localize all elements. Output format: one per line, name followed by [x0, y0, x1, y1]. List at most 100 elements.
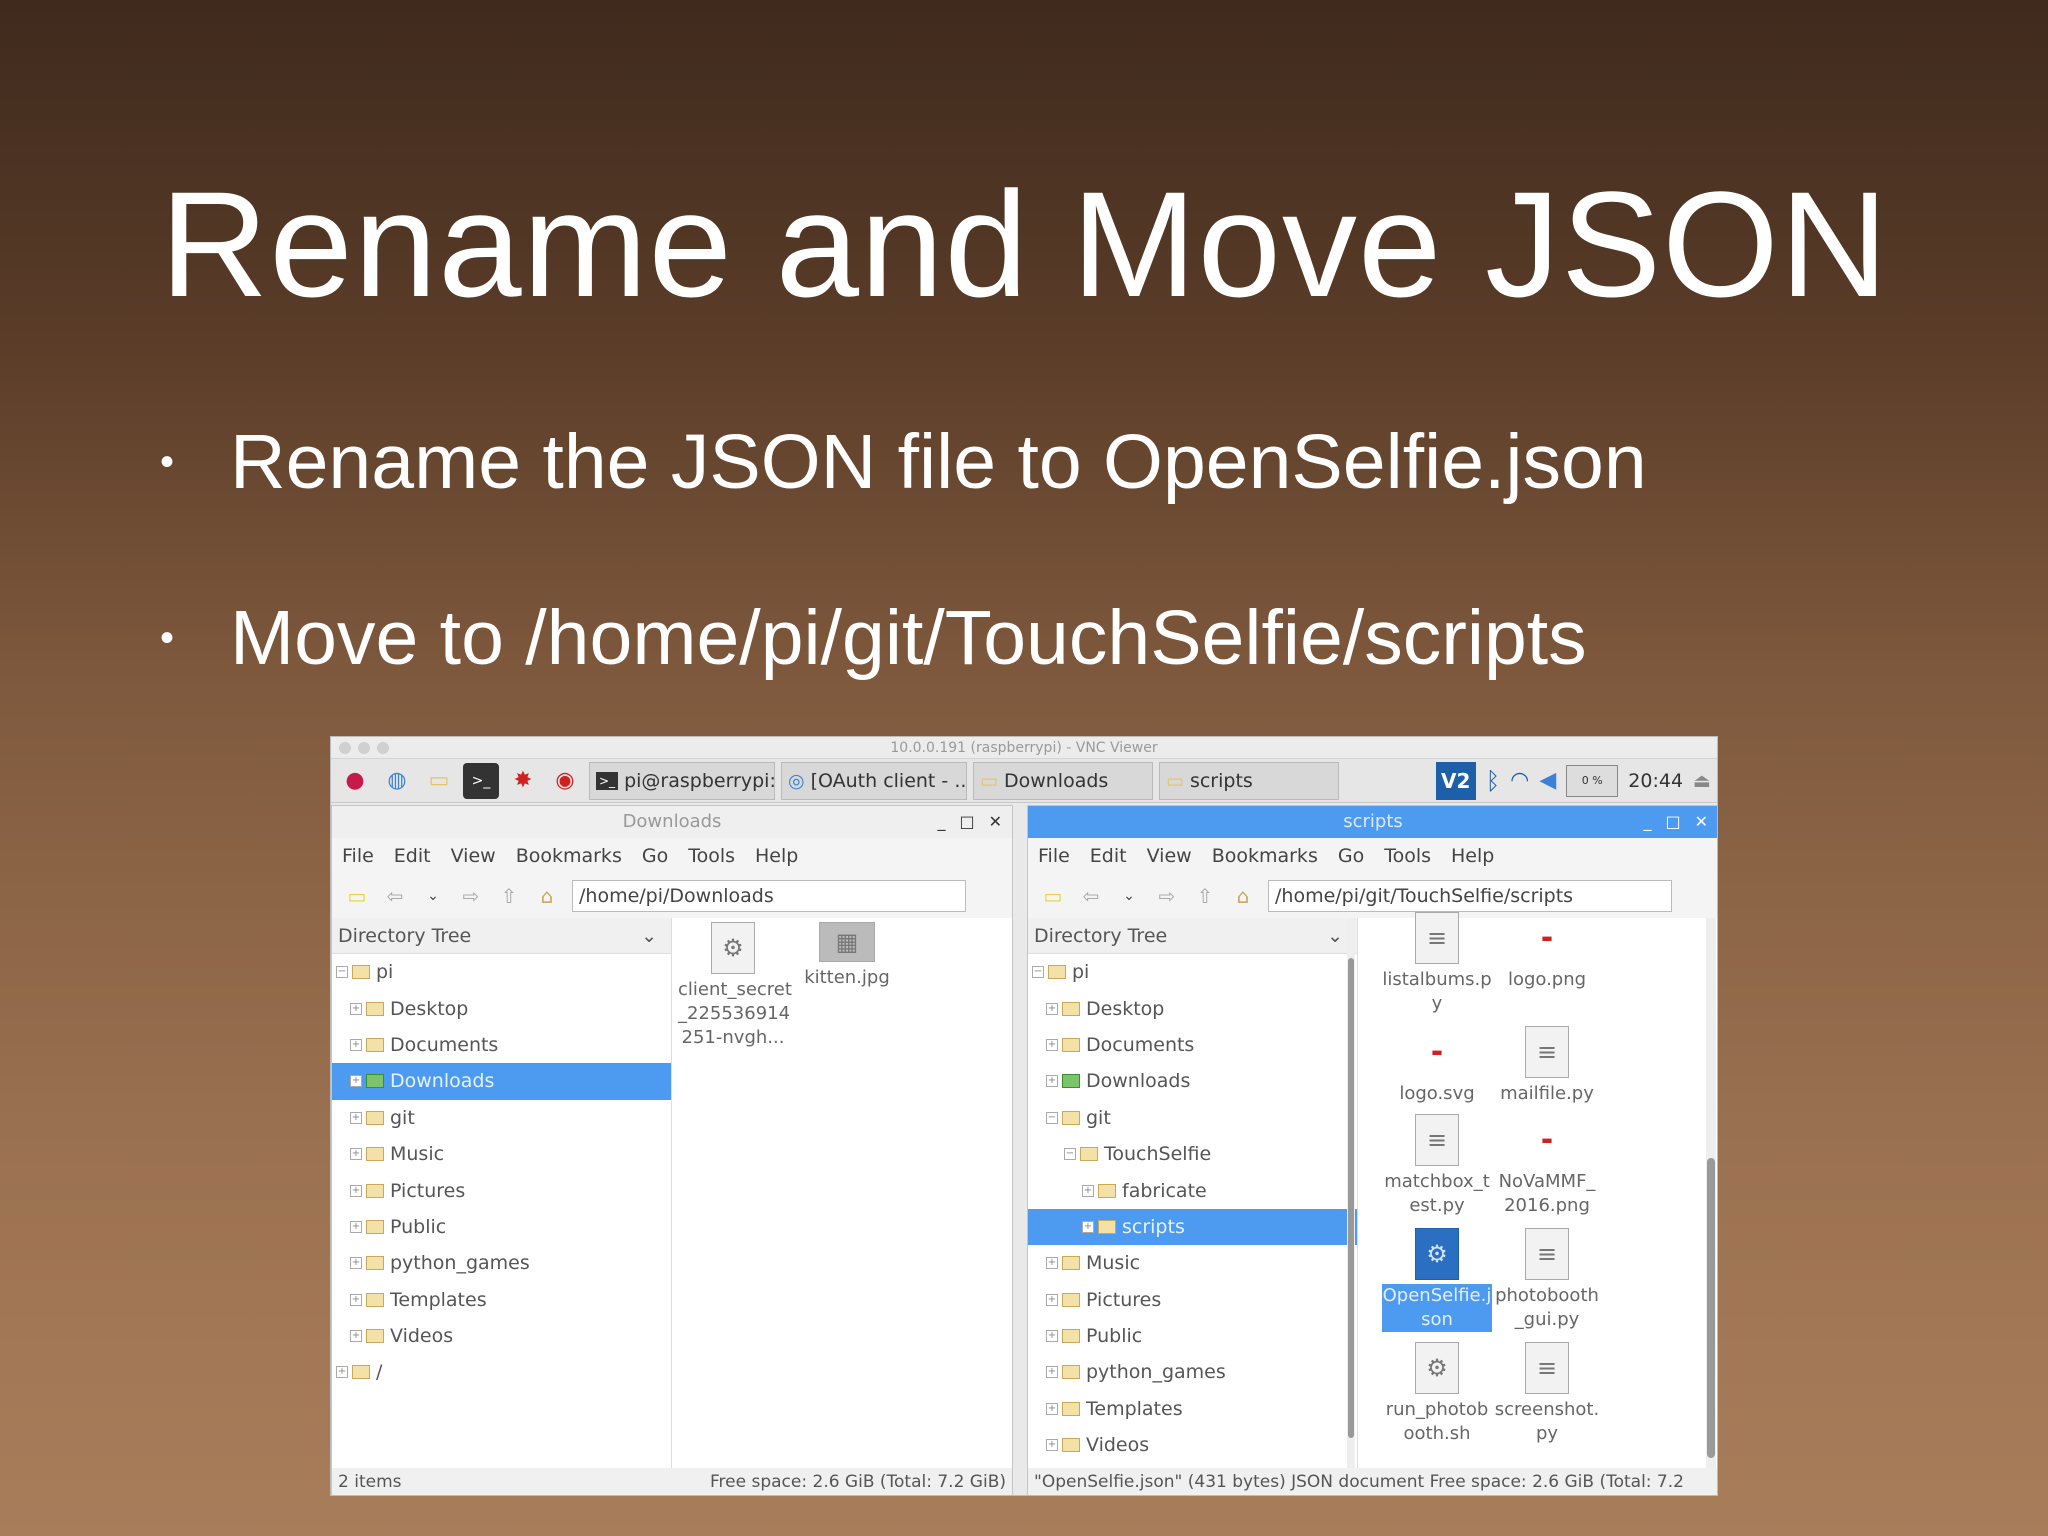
file-manager-icon[interactable]: ▭	[421, 763, 457, 799]
tree-scrollbar[interactable]	[1347, 918, 1355, 1468]
tree-item-pi[interactable]: − pi	[1028, 954, 1357, 990]
path-input[interactable]: /home/pi/Downloads	[572, 880, 966, 912]
tree-item-videos[interactable]: + Videos	[1028, 1427, 1357, 1463]
close-icon[interactable]: ✕	[989, 806, 1002, 838]
collapse-icon[interactable]: −	[1064, 1148, 1076, 1161]
minimize-icon[interactable]: _	[937, 806, 945, 838]
expand-icon[interactable]: +	[1046, 1439, 1058, 1452]
tree-selector[interactable]: Directory Tree ⌄	[332, 918, 671, 954]
forward-icon[interactable]: ⇨	[1154, 884, 1180, 908]
tree-item-fabricate[interactable]: + fabricate	[1028, 1172, 1357, 1208]
expand-icon[interactable]: +	[350, 1148, 362, 1161]
expand-icon[interactable]: +	[350, 1257, 362, 1270]
expand-icon[interactable]: +	[350, 1220, 362, 1233]
zoom-dot[interactable]	[377, 742, 389, 754]
menu-go[interactable]: Go	[1338, 845, 1364, 867]
expand-icon[interactable]: +	[350, 1184, 362, 1197]
tree-item-public[interactable]: + Public	[332, 1209, 671, 1245]
history-dropdown-icon[interactable]: ⌄	[420, 888, 446, 904]
task-terminal[interactable]: >_ pi@raspberrypi:...	[589, 761, 775, 800]
math-app-icon[interactable]: ✸	[505, 763, 541, 799]
menu-help[interactable]: Help	[755, 845, 798, 867]
expand-icon[interactable]: +	[350, 1111, 362, 1124]
file-item[interactable]: ≡ matchbox_t est.py	[1382, 1114, 1492, 1218]
window-controls[interactable]	[339, 742, 389, 754]
bluetooth-icon[interactable]: ᛒ	[1486, 767, 1500, 795]
back-icon[interactable]: ⇦	[1078, 884, 1104, 908]
maximize-icon[interactable]: □	[1665, 806, 1680, 838]
expand-icon[interactable]: +	[1046, 1257, 1058, 1270]
menu-view[interactable]: View	[1147, 845, 1192, 867]
file-item[interactable]: ≡ mailfile.py	[1492, 1026, 1602, 1106]
collapse-icon[interactable]: −	[336, 966, 348, 979]
file-item[interactable]: ▬ logo.svg	[1382, 1026, 1492, 1106]
expand-icon[interactable]: +	[1046, 1075, 1058, 1088]
tree-item-python-games[interactable]: + python_games	[332, 1245, 671, 1281]
tree-item-downloads[interactable]: + Downloads	[332, 1063, 671, 1100]
raspberry-menu-icon[interactable]: ●	[337, 763, 373, 799]
tree-item-git[interactable]: − git	[1028, 1100, 1357, 1136]
new-tab-icon[interactable]: ▭	[344, 884, 370, 908]
menu-go[interactable]: Go	[642, 845, 668, 867]
minimize-icon[interactable]: _	[1643, 806, 1651, 838]
expand-icon[interactable]: +	[1046, 1002, 1058, 1015]
menu-view[interactable]: View	[451, 845, 496, 867]
file-item[interactable]: ≡ screenshot. py	[1492, 1342, 1602, 1446]
tree-item-music[interactable]: + Music	[1028, 1245, 1357, 1281]
menu-tools[interactable]: Tools	[688, 845, 735, 867]
new-tab-icon[interactable]: ▭	[1040, 884, 1066, 908]
tree-item-documents[interactable]: + Documents	[1028, 1027, 1357, 1063]
file-item[interactable]: ≡ listalbums.p y	[1382, 912, 1492, 1016]
tree-item-pi[interactable]: − pi	[332, 954, 671, 990]
tree-item-desktop[interactable]: + Desktop	[1028, 990, 1357, 1026]
cpu-monitor[interactable]: 0 %	[1566, 764, 1619, 797]
tree-item-public[interactable]: + Public	[1028, 1318, 1357, 1354]
expand-icon[interactable]: +	[1046, 1330, 1058, 1343]
menu-bookmarks[interactable]: Bookmarks	[516, 845, 622, 867]
tree-item-music[interactable]: + Music	[332, 1136, 671, 1172]
task-browser[interactable]: ◎ [OAuth client - ...	[781, 761, 967, 800]
tree-item-templates[interactable]: + Templates	[1028, 1391, 1357, 1427]
menu-help[interactable]: Help	[1451, 845, 1494, 867]
expand-icon[interactable]: +	[350, 1002, 362, 1015]
terminal-icon[interactable]: >_	[463, 762, 499, 799]
menu-edit[interactable]: Edit	[1090, 845, 1127, 867]
tree-selector[interactable]: Directory Tree ⌄	[1028, 918, 1357, 954]
collapse-icon[interactable]: −	[1032, 966, 1044, 979]
tree-item-python-games[interactable]: + python_games	[1028, 1354, 1357, 1390]
menu-file[interactable]: File	[342, 845, 374, 867]
file-item[interactable]: ⚙ client_secret _225536914 251-nvgh...	[678, 922, 792, 1050]
expand-icon[interactable]: +	[1082, 1220, 1094, 1233]
tree-item-videos[interactable]: + Videos	[332, 1318, 671, 1354]
tree-item-root[interactable]: + /	[332, 1354, 671, 1390]
file-scrollbar[interactable]	[1706, 918, 1716, 1468]
up-icon[interactable]: ⇧	[496, 884, 522, 908]
expand-icon[interactable]: +	[1046, 1366, 1058, 1379]
menu-file[interactable]: File	[1038, 845, 1070, 867]
expand-icon[interactable]: +	[1046, 1402, 1058, 1415]
scrollbar-thumb[interactable]	[1707, 1158, 1715, 1458]
tree-item-scripts[interactable]: + scripts	[1028, 1208, 1357, 1246]
home-icon[interactable]: ⌂	[1230, 884, 1256, 908]
menu-bookmarks[interactable]: Bookmarks	[1212, 845, 1318, 867]
wifi-icon[interactable]: ◠	[1510, 768, 1529, 793]
file-item[interactable]: ▬ NoVaMMF_ 2016.png	[1492, 1114, 1602, 1218]
history-dropdown-icon[interactable]: ⌄	[1116, 888, 1142, 904]
menu-edit[interactable]: Edit	[394, 845, 431, 867]
forward-icon[interactable]: ⇨	[458, 884, 484, 908]
maximize-icon[interactable]: □	[959, 806, 974, 838]
vnc-icon[interactable]: V2	[1435, 761, 1476, 800]
file-item[interactable]: ⚙ run_photob ooth.sh	[1382, 1342, 1492, 1446]
expand-icon[interactable]: +	[350, 1330, 362, 1343]
home-icon[interactable]: ⌂	[534, 884, 560, 908]
file-item[interactable]: ▬ logo.png	[1492, 912, 1602, 992]
eject-icon[interactable]: ⏏	[1693, 770, 1711, 792]
file-item[interactable]: ≡ photobooth _gui.py	[1492, 1228, 1602, 1332]
tree-item-templates[interactable]: + Templates	[332, 1282, 671, 1318]
tree-item-pictures[interactable]: + Pictures	[332, 1172, 671, 1208]
minimize-dot[interactable]	[358, 742, 370, 754]
tree-item-git[interactable]: + git	[332, 1100, 671, 1136]
tree-item-desktop[interactable]: + Desktop	[332, 990, 671, 1026]
path-input[interactable]: /home/pi/git/TouchSelfie/scripts	[1268, 880, 1672, 912]
up-icon[interactable]: ⇧	[1192, 884, 1218, 908]
